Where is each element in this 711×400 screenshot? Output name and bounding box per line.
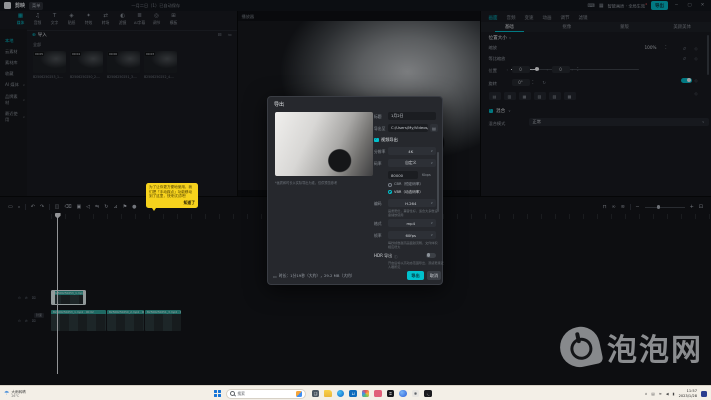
cancel-button[interactable]: 取消 <box>427 271 441 280</box>
bitrate-number-field[interactable]: 80000 <box>388 171 418 179</box>
chevron-down-icon: ∨ <box>431 233 433 237</box>
pcpop-watermark: 泡泡网 <box>560 325 703 369</box>
video-export-checkbox[interactable] <box>374 138 379 143</box>
dialog-title: 导出 <box>274 101 284 108</box>
watermark-text: 泡泡网 <box>607 325 703 369</box>
radio-selected-icon <box>388 190 392 194</box>
taskbar-app-icons: ❏ ⊔ ⌗ ✱ ›_ <box>312 390 432 398</box>
format-dropdown[interactable]: mp4∨ <box>388 219 436 227</box>
export-preview-thumbnail <box>275 112 373 176</box>
export-preview-hint: *画质和时长以实际导出为准，仅供预览参考 <box>275 180 375 185</box>
fps-label: 帧率 <box>374 233 382 239</box>
file-explorer-icon[interactable] <box>324 390 332 398</box>
weather-temperature: 26°C <box>11 394 25 398</box>
folder-icon: ▤ <box>432 126 436 131</box>
codec-label: 编码 <box>374 201 382 207</box>
search-icon <box>230 391 236 397</box>
codec-hint: 画质更优，兼容性好，适合大多数设备播放使用 <box>388 209 440 217</box>
tooltip-confirm-button[interactable]: 知道了 <box>149 200 195 206</box>
duration-icon: ▭ <box>273 274 277 279</box>
ime-indicator-icon[interactable]: ▤ <box>651 392 654 396</box>
task-view-icon[interactable]: ❏ <box>312 390 320 398</box>
format-label: 格式 <box>374 221 382 227</box>
pcpop-logo-icon <box>556 323 603 370</box>
chevron-down-icon: ∨ <box>431 221 433 225</box>
export-confirm-button[interactable]: 导出 <box>407 271 424 280</box>
resolution-label: 分辨率 <box>374 149 385 155</box>
windows-taskbar: ☂ 大雨转晴 26°C 搜索 ❏ ⊔ ⌗ ✱ ›_ ∧ ▤ ≋ <box>0 385 711 400</box>
battery-icon[interactable]: ▮ <box>673 392 675 396</box>
system-tray: ∧ ▤ ≋ ◀ ▮ 11:57 2023/1/28 <box>645 389 707 397</box>
chevron-down-icon: ∨ <box>431 149 433 153</box>
start-button[interactable] <box>214 390 221 397</box>
bitrate-dropdown[interactable]: 自定义∨ <box>388 159 436 167</box>
tray-date: 2023/1/28 <box>679 394 697 398</box>
title-field-label: 标题 <box>374 114 382 120</box>
capcut-app-icon[interactable]: ⌗ <box>387 390 395 398</box>
hdr-label: HDR 导出 <box>374 253 392 259</box>
chevron-down-icon: ∨ <box>431 201 433 205</box>
browser-icon[interactable] <box>399 390 407 398</box>
dialog-scrollbar[interactable] <box>437 152 439 212</box>
path-field[interactable]: C:/Users/My/Videos/＊... <box>388 124 428 132</box>
hdr-hint: 开启后将以高动态范围导出，观感更接近人眼所见 <box>388 261 444 269</box>
search-highlight-icon <box>296 391 302 397</box>
edge-browser-icon[interactable] <box>337 390 345 398</box>
resolution-dropdown[interactable]: 4K∨ <box>388 147 436 155</box>
terminal-icon[interactable]: ›_ <box>424 390 432 398</box>
taskbar-search[interactable]: 搜索 <box>226 389 306 399</box>
tooltip-text: 为了让你更方便地使用，我们把「手动踩点」功能移动到了这里，快来试试吧！ <box>149 185 195 199</box>
search-placeholder: 搜索 <box>237 391 293 397</box>
weather-widget[interactable]: ☂ 大雨转晴 26°C <box>4 390 26 398</box>
chevron-down-icon: ∨ <box>431 161 433 165</box>
codec-dropdown[interactable]: H.264∨ <box>388 199 436 207</box>
app-window: 剪映 菜单 一月二日（1）已自动保存 ⌨ ▦ 智能画质 · 全局生效4 导出 ─… <box>0 0 711 400</box>
fps-hint: 每秒帧数越高画面越流畅，文件体积相应增大 <box>388 241 440 249</box>
notification-center-icon[interactable] <box>701 391 707 397</box>
hdr-toggle[interactable] <box>426 253 436 258</box>
radio-unselected-icon <box>388 183 392 187</box>
title-field[interactable]: 1月2日 <box>388 112 436 120</box>
cbr-radio-option[interactable]: CBR（恒定码率） <box>388 182 423 187</box>
photos-icon[interactable] <box>362 390 370 398</box>
vbr-radio-option[interactable]: VBR（动态码率） <box>388 190 423 195</box>
taskbar-clock[interactable]: 11:57 2023/1/28 <box>679 389 697 397</box>
feature-tooltip: 为了让你更方便地使用，我们把「手动踩点」功能移动到了这里，快来试试吧！ 知道了 <box>146 183 198 208</box>
weather-condition: 大雨转晴 <box>11 390 25 394</box>
weather-icon: ☂ <box>4 390 9 397</box>
volume-icon[interactable]: ◀ <box>666 392 669 396</box>
microsoft-store-icon[interactable]: ⊔ <box>349 390 357 398</box>
tray-chevron-up-icon[interactable]: ∧ <box>645 392 648 396</box>
paint-icon[interactable] <box>374 390 382 398</box>
path-field-label: 导出至 <box>374 126 385 132</box>
bitrate-label: 码率 <box>374 161 382 167</box>
network-icon[interactable]: ≋ <box>659 392 662 396</box>
fps-dropdown[interactable]: 60fps∨ <box>388 231 436 239</box>
info-icon: ⓘ <box>394 254 397 259</box>
export-summary: 时长：1分19秒（大约），29.2 MB（大约） <box>279 273 355 279</box>
video-export-label: 视频导出 <box>381 137 398 143</box>
settings-gear-icon[interactable]: ✱ <box>412 390 420 398</box>
browse-folder-button[interactable]: ▤ <box>430 124 438 132</box>
export-dialog: 导出 *画质和时长以实际导出为准，仅供预览参考 标题 1月2日 导出至 C:/U… <box>267 96 443 285</box>
bitrate-unit-label: Kbps <box>422 173 431 177</box>
